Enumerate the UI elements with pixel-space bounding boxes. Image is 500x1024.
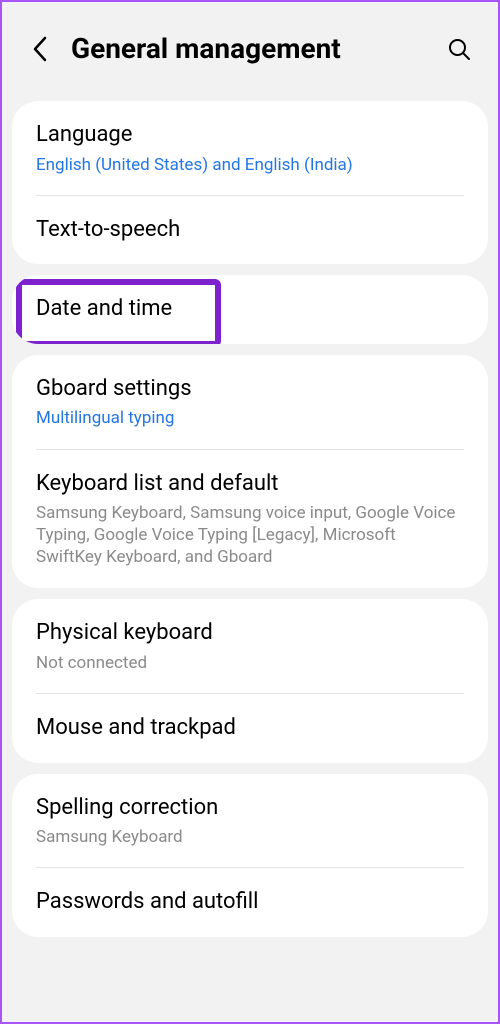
settings-row[interactable]: Mouse and trackpad xyxy=(12,694,488,763)
settings-row-subtitle: English (United States) and English (Ind… xyxy=(36,154,464,176)
settings-list: Language English (United States) and Engl… xyxy=(2,101,498,937)
settings-row-title: Spelling correction xyxy=(36,794,464,823)
settings-row-subtitle: Samsung Keyboard, Samsung voice input, G… xyxy=(36,502,464,568)
back-icon[interactable] xyxy=(27,36,53,62)
settings-row-title: Mouse and trackpad xyxy=(36,714,464,743)
settings-row[interactable]: Text-to-speech xyxy=(12,196,488,265)
settings-group: Physical keyboard Not connected Mouse and … xyxy=(12,599,488,762)
settings-row[interactable]: Spelling correction Samsung Keyboard xyxy=(12,774,488,869)
settings-row-subtitle: Samsung Keyboard xyxy=(36,826,464,848)
settings-row[interactable]: Physical keyboard Not connected xyxy=(12,599,488,694)
settings-row-subtitle: Multilingual typing xyxy=(36,407,464,429)
settings-row-title: Language xyxy=(36,121,464,150)
settings-row[interactable]: Language English (United States) and Engl… xyxy=(12,101,488,196)
header: General management xyxy=(2,2,498,90)
settings-row-title: Text-to-speech xyxy=(36,216,464,245)
settings-row[interactable]: Gboard settings Multilingual typing xyxy=(12,355,488,450)
settings-row[interactable]: Keyboard list and default Samsung Keyboar… xyxy=(12,450,488,589)
settings-row-subtitle: Not connected xyxy=(36,652,464,674)
settings-group: Language English (United States) and Engl… xyxy=(12,101,488,264)
page-title: General management xyxy=(71,32,445,65)
settings-group: Date and time xyxy=(12,275,488,344)
settings-row-title: Gboard settings xyxy=(36,375,464,404)
settings-row[interactable]: Passwords and autofill xyxy=(12,868,488,937)
settings-group: Gboard settings Multilingual typing Keyboa… xyxy=(12,355,488,589)
settings-group: Spelling correction Samsung Keyboard Passw… xyxy=(12,774,488,937)
search-icon[interactable] xyxy=(445,35,473,63)
settings-row-title: Physical keyboard xyxy=(36,619,464,648)
settings-row[interactable]: Date and time xyxy=(12,275,488,344)
settings-row-title: Keyboard list and default xyxy=(36,470,464,499)
settings-row-title: Passwords and autofill xyxy=(36,888,464,917)
settings-row-title: Date and time xyxy=(36,295,464,324)
